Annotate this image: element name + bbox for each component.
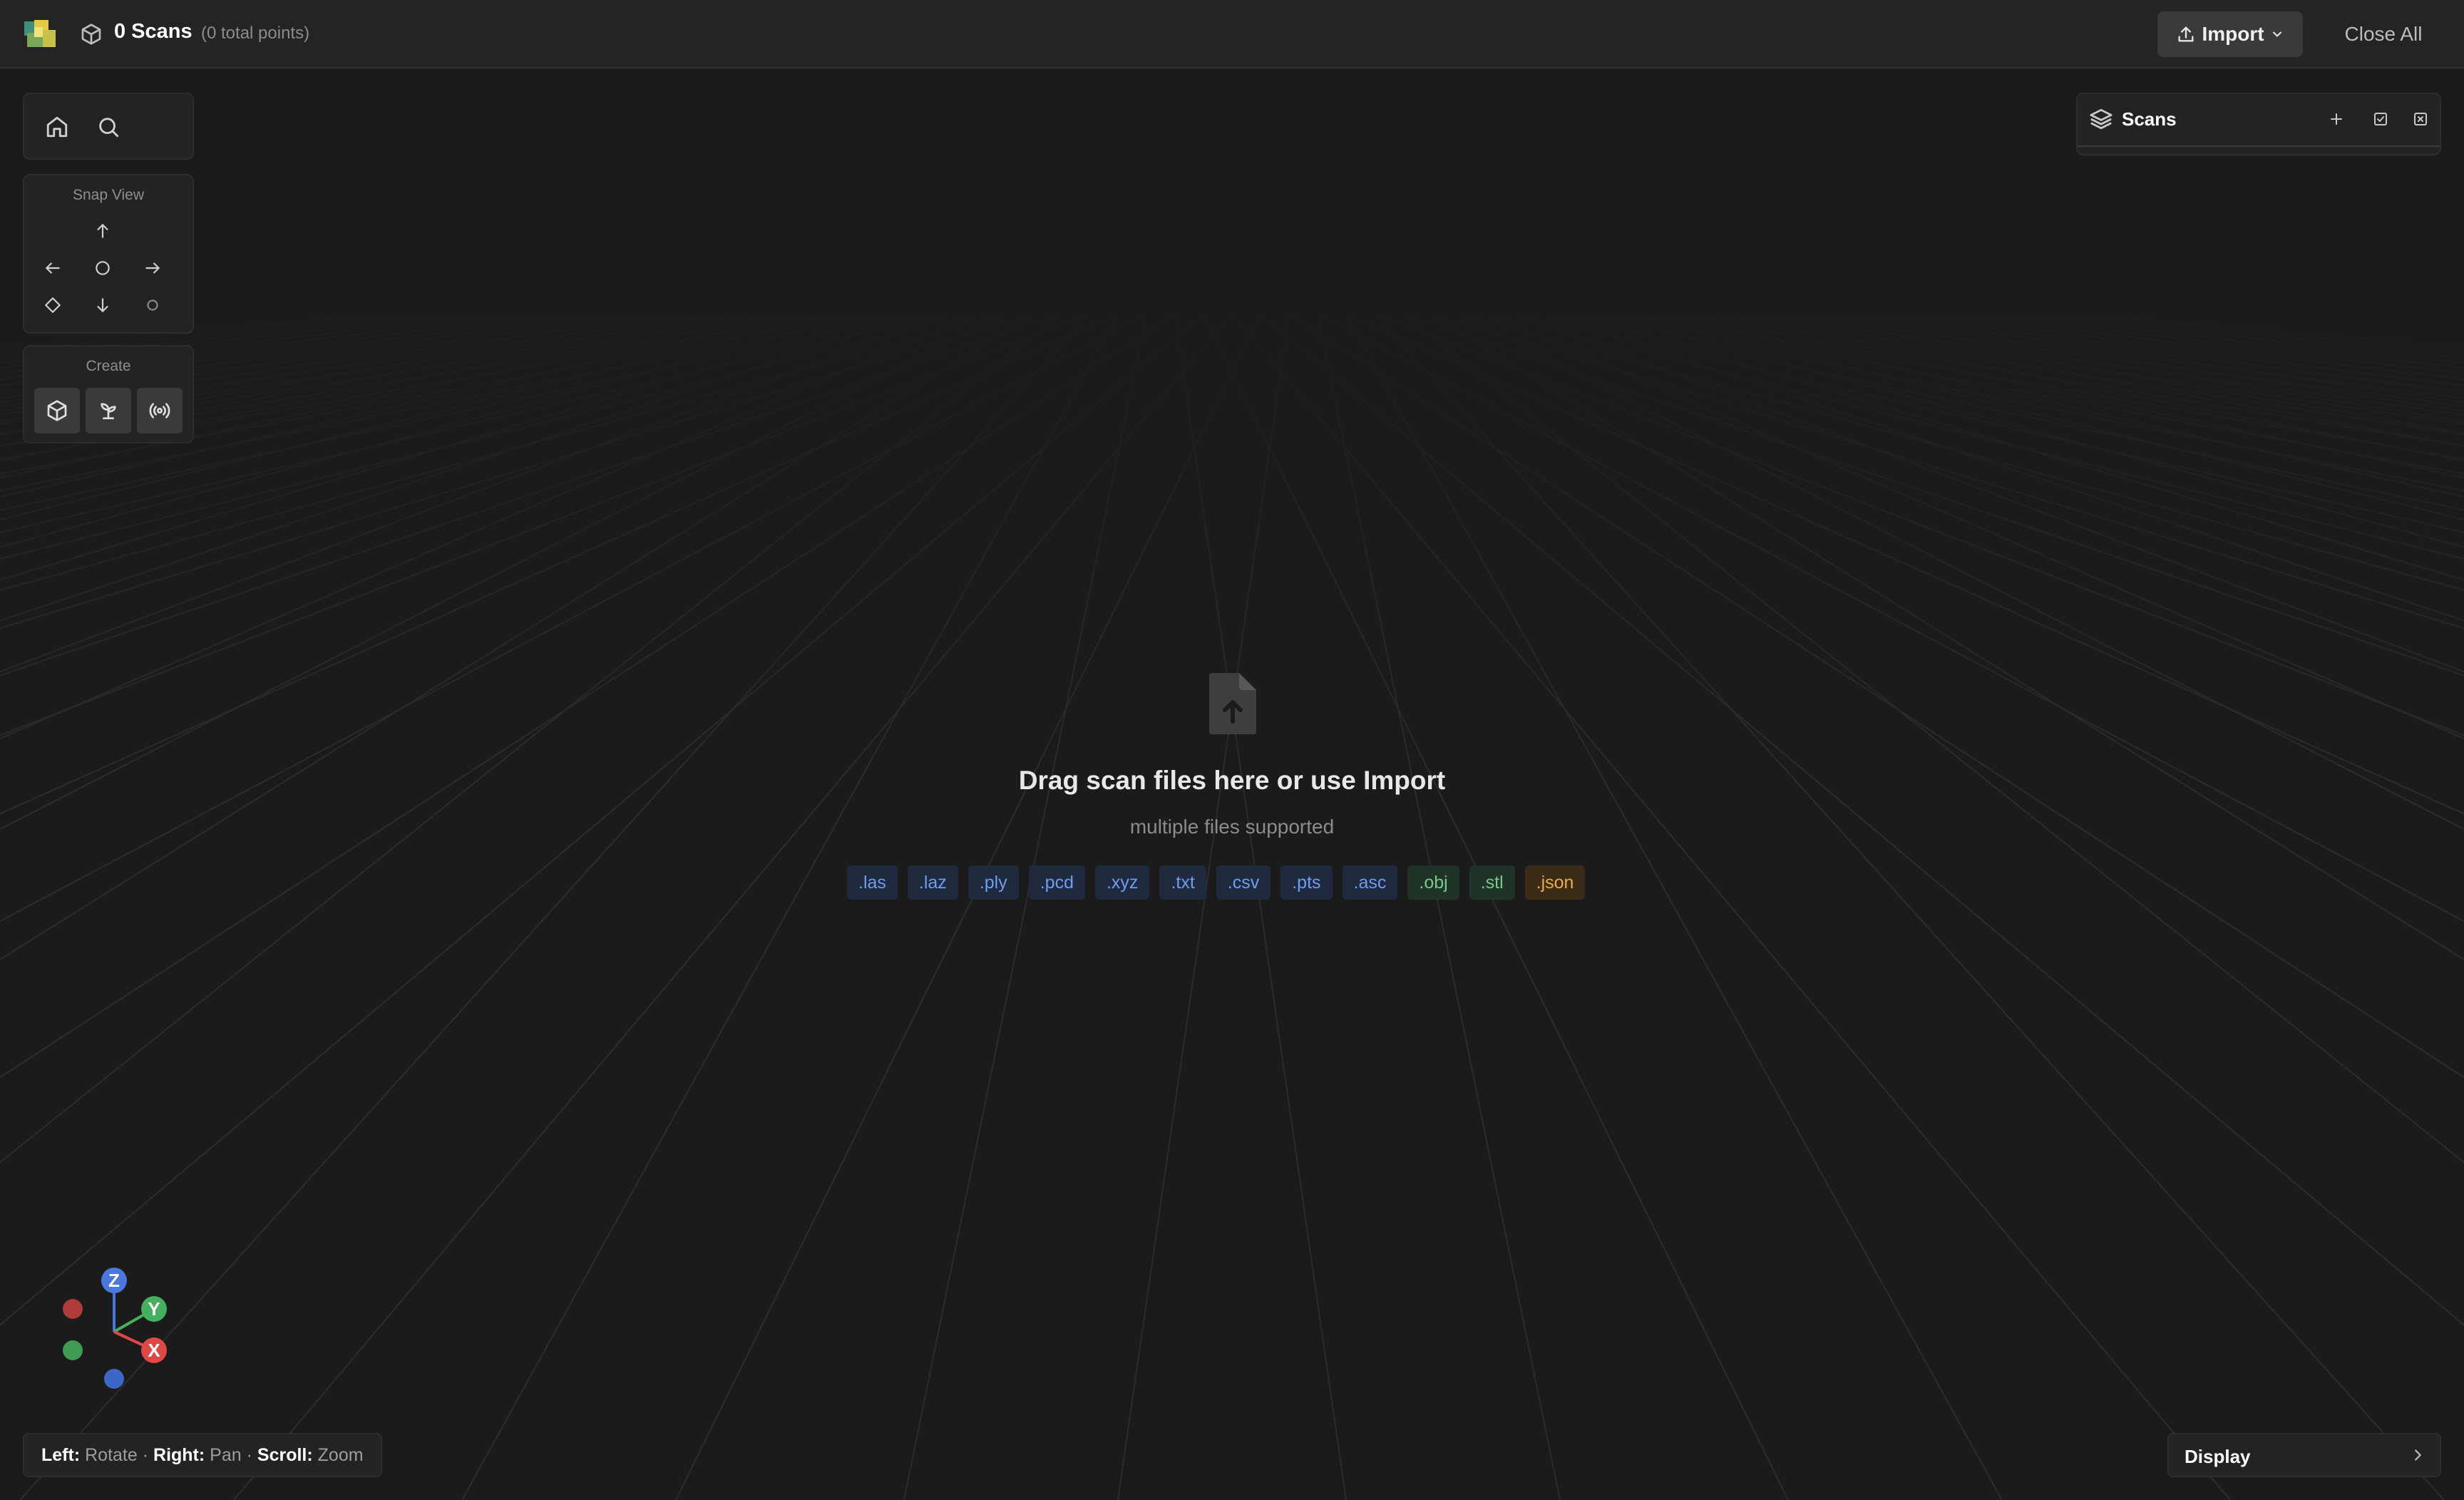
- app-root: 0 Scans (0 total points) Import Close Al…: [0, 0, 2464, 1500]
- snap-iso-button[interactable]: [38, 291, 67, 319]
- arrow-up-icon: [97, 224, 108, 238]
- extension-chip: .laz: [907, 865, 958, 900]
- total-points-label: (0 total points): [201, 24, 310, 43]
- cube-icon: [47, 400, 67, 421]
- home-icon: [46, 116, 68, 138]
- hint-right-action: Pan: [210, 1444, 242, 1465]
- snap-view-panel: Snap View: [23, 174, 194, 334]
- search-button[interactable]: [93, 111, 124, 143]
- home-button[interactable]: [41, 111, 73, 143]
- arrow-right-icon: [145, 262, 160, 274]
- layers-icon: [2090, 108, 2113, 130]
- hint-right-key: Right:: [153, 1444, 205, 1465]
- arrow-down-icon: [97, 298, 108, 312]
- display-settings-button[interactable]: Display: [2167, 1433, 2441, 1477]
- scans-panel-divider: [2078, 145, 2440, 147]
- z-axis-label: Z: [108, 1270, 120, 1291]
- small-circle-icon: [147, 299, 158, 311]
- negative-x-axis-dot[interactable]: [63, 1299, 83, 1319]
- hint-separator: ·: [142, 1444, 149, 1465]
- extension-chip: .pcd: [1028, 865, 1085, 900]
- chevron-right-icon: [2415, 1449, 2421, 1461]
- hint-left-key: Left:: [41, 1444, 81, 1465]
- plus-icon: [2331, 113, 2342, 125]
- snap-left-button[interactable]: [38, 254, 67, 282]
- snap-bottom-button[interactable]: [88, 291, 117, 319]
- supported-extensions: .las .laz .ply .pcd .xyz .txt .csv .pts .asc .obj…: [847, 865, 1586, 900]
- extension-chip: .json: [1524, 865, 1586, 900]
- top-bar: 0 Scans (0 total points) Import Close Al…: [0, 0, 2464, 68]
- extension-chip: .obj: [1407, 865, 1459, 900]
- search-icon: [99, 118, 119, 138]
- checkbox-icon: [2374, 113, 2387, 125]
- create-box-button[interactable]: [34, 388, 80, 433]
- remove-all-scans-button[interactable]: [2410, 108, 2431, 130]
- app-logo-icon: [24, 20, 56, 47]
- arrow-left-icon: [46, 262, 60, 274]
- hint-separator: ·: [246, 1444, 252, 1465]
- negative-y-axis-dot[interactable]: [63, 1340, 83, 1360]
- create-plant-button[interactable]: [86, 388, 131, 433]
- file-upload-icon: [1209, 673, 1256, 734]
- extension-chip: .txt: [1159, 865, 1206, 900]
- circle-icon: [96, 261, 110, 275]
- snap-back-button[interactable]: [138, 291, 167, 319]
- drop-zone-subtitle: multiple files supported: [1129, 816, 1335, 838]
- extension-chip: .las: [847, 865, 898, 900]
- radio-signal-icon: [149, 403, 170, 418]
- extension-chip: .pts: [1280, 865, 1333, 900]
- chevron-down-icon: [2272, 31, 2281, 37]
- sprout-icon: [101, 403, 116, 419]
- scan-count-title: 0 Scans: [114, 20, 192, 43]
- add-scan-button[interactable]: [2326, 108, 2347, 130]
- create-label: Create: [86, 358, 131, 374]
- hint-scroll-key: Scroll:: [257, 1444, 313, 1465]
- extension-chip: .asc: [1342, 865, 1398, 900]
- controls-hint: Left: Rotate · Right: Pan · Scroll: Zoom: [23, 1433, 382, 1477]
- create-sensor-button[interactable]: [137, 388, 183, 433]
- navigation-panel: [23, 93, 194, 160]
- close-square-icon: [2414, 113, 2427, 125]
- snap-top-button[interactable]: [88, 217, 117, 245]
- snap-right-button[interactable]: [138, 254, 167, 282]
- create-panel: Create: [23, 345, 194, 443]
- diamond-icon: [45, 297, 61, 313]
- scans-panel-title: Scans: [2122, 108, 2177, 130]
- negative-z-axis-dot[interactable]: [104, 1369, 124, 1389]
- axis-gizmo[interactable]: Z Y X: [50, 1260, 178, 1396]
- extension-chip: .csv: [1216, 865, 1271, 900]
- x-axis-label: X: [148, 1340, 160, 1361]
- extension-chip: .ply: [967, 865, 1019, 900]
- display-label: Display: [2185, 1446, 2251, 1467]
- drop-zone-title: Drag scan files here or use Import: [1018, 766, 1446, 795]
- upload-icon: [2178, 26, 2194, 42]
- y-axis-label: Y: [148, 1298, 160, 1320]
- cube-icon: [81, 24, 101, 45]
- close-all-button[interactable]: Close All: [2330, 11, 2437, 57]
- snap-view-label: Snap View: [72, 187, 145, 203]
- select-all-scans-button[interactable]: [2370, 108, 2391, 130]
- hint-scroll-action: Zoom: [317, 1444, 364, 1465]
- extension-chip: .xyz: [1094, 865, 1150, 900]
- import-button[interactable]: Import: [2157, 11, 2303, 57]
- scans-panel: Scans: [2076, 93, 2441, 155]
- import-label: Import: [2202, 23, 2264, 45]
- snap-front-button[interactable]: [88, 254, 117, 282]
- extension-chip: .stl: [1469, 865, 1515, 900]
- hint-left-action: Rotate: [85, 1444, 138, 1465]
